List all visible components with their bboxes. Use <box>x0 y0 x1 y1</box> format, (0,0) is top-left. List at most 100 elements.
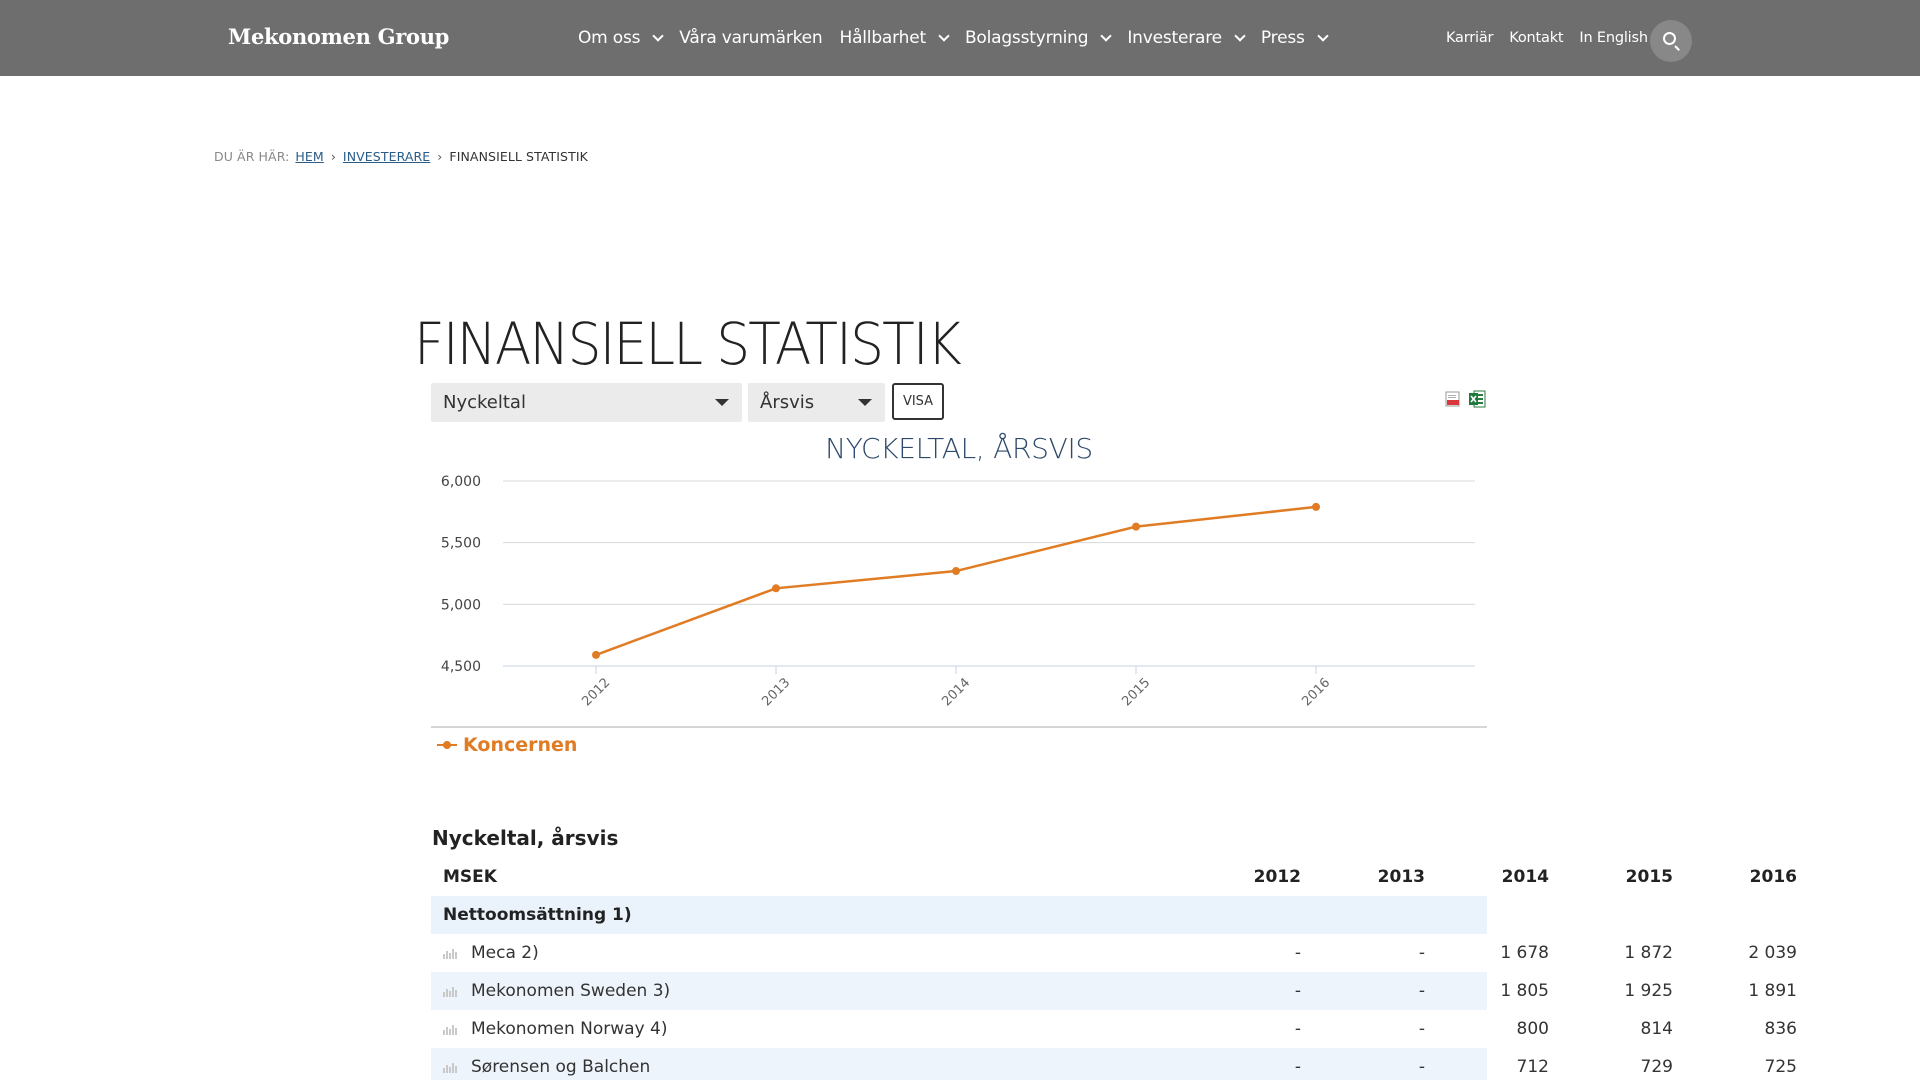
breadcrumb-separator: › <box>437 149 443 164</box>
table-row: Mekonomen Sweden 3) - - 1 805 1 925 1 891 <box>431 972 1797 1010</box>
search-icon <box>1663 32 1676 45</box>
nav-item-4[interactable]: Investerare <box>1127 28 1246 48</box>
table-row: Sørensen og Balchen - - 712 729 725 <box>431 1048 1797 1080</box>
row-label-text: Sørensen og Balchen <box>471 1057 651 1077</box>
nav-item-label: Våra varumärken <box>679 28 823 48</box>
table-row: Mekonomen Norway 4) - - 800 814 836 <box>431 1010 1797 1048</box>
utility-link-0[interactable]: Karriär <box>1446 30 1493 46</box>
row-label: Meca 2) <box>443 943 539 963</box>
nav-item-1[interactable]: Våra varumärken <box>679 28 822 48</box>
table-header-row: MSEK 2012 2013 2014 2015 2016 <box>431 858 1797 896</box>
nav-item-5[interactable]: Press <box>1261 28 1329 48</box>
pdf-export-icon[interactable] <box>1445 391 1461 407</box>
breadcrumb-link-investerare[interactable]: INVESTERARE <box>343 149 430 164</box>
breadcrumb-link-home[interactable]: HEM <box>295 149 323 164</box>
chevron-down-icon <box>652 29 664 42</box>
breadcrumb: DU ÄR HÄR: HEM › INVESTERARE › FINANSIEL… <box>214 149 588 164</box>
table-cell: - <box>1418 1057 1425 1077</box>
caret-down-icon <box>858 399 872 406</box>
y-tick-label: 6,000 <box>441 474 481 490</box>
table-cell: - <box>1418 943 1425 963</box>
table-cell: - <box>1294 1019 1301 1039</box>
table-cell: - <box>1418 981 1425 1001</box>
nav-item-3[interactable]: Bolagsstyrning <box>964 28 1112 48</box>
nav-item-label: Om oss <box>578 28 641 48</box>
table-cell: - <box>1418 1019 1425 1039</box>
table-cell: - <box>1294 943 1301 963</box>
main-nav: Om oss Våra varumärken Hållbarhet Bolagssty… <box>578 0 1344 76</box>
column-header: MSEK <box>443 867 497 887</box>
y-tick-label: 5,500 <box>441 536 481 552</box>
caret-down-icon <box>715 399 729 406</box>
legend-item-koncernen[interactable]: Koncernen <box>437 734 577 756</box>
table-cell: 800 <box>1516 1019 1549 1039</box>
column-header: 2014 <box>1501 867 1549 887</box>
table-title: Nyckeltal, årsvis <box>432 826 619 850</box>
series-line <box>595 505 1317 657</box>
column-header: 2012 <box>1253 867 1301 887</box>
chevron-down-icon <box>1316 29 1329 42</box>
table-cell: 712 <box>1516 1057 1549 1077</box>
table-cell: 836 <box>1764 1019 1797 1039</box>
table-row: Meca 2) - - 1 678 1 872 2 039 <box>431 934 1797 972</box>
x-tick-label: 2015 <box>1119 675 1153 709</box>
row-label-text: Mekonomen Sweden 3) <box>471 981 671 1001</box>
data-point <box>1132 522 1140 531</box>
column-header: 2013 <box>1377 867 1425 887</box>
excel-export-icon[interactable] <box>1469 390 1486 408</box>
utility-link-1[interactable]: Kontakt <box>1509 30 1563 46</box>
nav-item-label: Investerare <box>1127 28 1222 48</box>
breadcrumb-separator: › <box>330 149 336 164</box>
x-tick-label: 2013 <box>759 675 793 709</box>
row-label: Mekonomen Sweden 3) <box>443 981 670 1001</box>
row-label: Mekonomen Norway 4) <box>443 1019 667 1039</box>
chevron-down-icon <box>938 29 950 42</box>
bar-chart-icon[interactable] <box>443 1023 457 1035</box>
site-logo[interactable]: Mekonomen Group <box>228 24 449 49</box>
breadcrumb-current: FINANSIELL STATISTIK <box>449 149 588 164</box>
bar-chart-icon[interactable] <box>443 947 457 959</box>
row-label-text: Mekonomen Norway 4) <box>471 1019 668 1039</box>
row-label-text: Meca 2) <box>471 943 539 963</box>
utility-nav: Karriär Kontakt In English <box>1446 0 1664 76</box>
period-select[interactable]: Årsvis <box>748 383 885 422</box>
page-title: FINANSIELL STATISTIK <box>414 310 962 378</box>
data-point <box>1312 502 1320 511</box>
table-cell: 1 891 <box>1748 981 1797 1001</box>
y-tick-label: 4,500 <box>441 659 481 675</box>
legend-label: Koncernen <box>463 734 578 756</box>
section-label: Nettoomsättning 1) <box>443 905 632 925</box>
data-table: MSEK 2012 2013 2014 2015 2016 Nettoomsättning … <box>431 858 1797 1080</box>
table-cell: 1 805 <box>1500 981 1549 1001</box>
bar-chart-icon[interactable] <box>443 1061 457 1073</box>
report-type-value: Nyckeltal <box>443 392 526 413</box>
y-tick-label: 5,000 <box>441 597 481 613</box>
bar-chart-icon[interactable] <box>443 985 457 997</box>
table-cell: 1 678 <box>1500 943 1549 963</box>
table-section-row: Nettoomsättning 1) <box>431 896 1487 934</box>
table-cell: 814 <box>1640 1019 1673 1039</box>
x-tick-label: 2016 <box>1299 675 1333 709</box>
column-header: 2016 <box>1749 867 1797 887</box>
breadcrumb-prefix: DU ÄR HÄR: <box>214 149 290 164</box>
table-cell: 2 039 <box>1748 943 1797 963</box>
data-point <box>592 650 600 659</box>
x-tick-label: 2012 <box>579 675 613 709</box>
x-tick-label: 2014 <box>939 675 973 709</box>
data-point <box>952 567 960 576</box>
utility-link-2[interactable]: In English <box>1579 30 1648 46</box>
chart-title: NYCKELTAL, ÅRSVIS <box>825 432 1093 465</box>
show-button[interactable]: VISA <box>892 383 944 420</box>
column-header: 2015 <box>1625 867 1673 887</box>
table-cell: 1 872 <box>1624 943 1673 963</box>
nav-item-label: Bolagsstyrning <box>964 28 1089 48</box>
search-button[interactable] <box>1650 20 1692 62</box>
legend-swatch <box>437 738 457 752</box>
nav-item-2[interactable]: Hållbarhet <box>839 28 950 48</box>
site-header: Mekonomen Group Om oss Våra varumärken Hål… <box>0 0 1920 76</box>
report-type-select[interactable]: Nyckeltal <box>431 383 742 422</box>
period-value: Årsvis <box>760 392 815 413</box>
row-label: Sørensen og Balchen <box>443 1057 650 1077</box>
search-icon-handle <box>1674 45 1680 51</box>
nav-item-0[interactable]: Om oss <box>578 28 664 48</box>
